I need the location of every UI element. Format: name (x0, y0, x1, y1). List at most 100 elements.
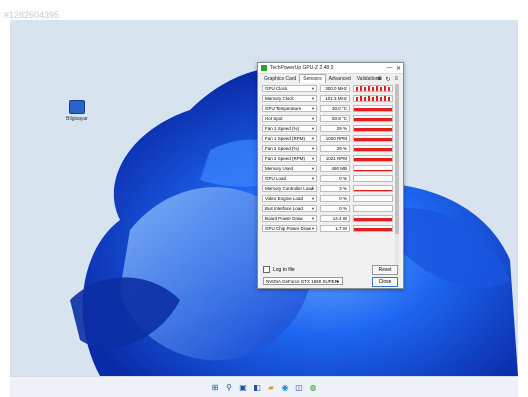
chevron-down-icon: ▼ (311, 195, 315, 201)
sensor-graph (353, 124, 393, 132)
sensor-graph (353, 144, 393, 152)
sensor-row: Fan 1 Speed (%) ▼ 29 % (262, 124, 396, 132)
sensor-name-label: GPU Clock (265, 85, 288, 91)
sensor-name[interactable]: Bus Interface Load ▼ (262, 204, 317, 212)
gpu-select[interactable]: NVIDIA GeForce GTX 1660 SUPER ▼ (263, 277, 343, 285)
scrollbar-thumb[interactable] (395, 84, 399, 234)
sensor-row: Board Power Draw ▼ 14.4 W (262, 214, 396, 222)
sensor-row: Memory Clock ▼ 101.3 MHz (262, 94, 396, 102)
sensor-name[interactable]: Memory Used ▼ (262, 164, 317, 172)
camera-icon[interactable]: ◙ (378, 76, 382, 83)
sensor-name-label: Board Power Draw (265, 215, 303, 221)
edge-icon[interactable]: ◉ (280, 382, 291, 393)
sensor-name-label: Fan 1 Speed (RPM) (265, 135, 306, 141)
chevron-down-icon: ▼ (311, 205, 315, 211)
reset-button[interactable]: Reset (372, 265, 398, 275)
close-button[interactable]: Close (372, 277, 398, 287)
sensor-row: GPU Chip Power Draw ▼ 1.7 W (262, 224, 396, 232)
sensor-row: Fan 2 Speed (RPM) ▼ 1021 RPM (262, 154, 396, 162)
sensor-graph-bar (364, 96, 366, 101)
sensor-graph-bar (354, 157, 392, 161)
store-icon[interactable]: ◫ (294, 382, 305, 393)
sensor-list: GPU Clock ▼ 300.0 MHz Memory Clock ▼ 101.3 MH… (262, 84, 399, 273)
sensor-value: 29 % (320, 124, 350, 132)
sensor-name[interactable]: Fan 1 Speed (%) ▼ (262, 124, 317, 132)
sensor-value: 30.0 °C (320, 104, 350, 112)
sensor-graph (353, 134, 393, 142)
sensor-name[interactable]: Fan 2 Speed (RPM) ▼ (262, 154, 317, 162)
sensor-name[interactable]: Memory Controller Load ▼ (262, 184, 317, 192)
tab-graphics-card[interactable]: Graphics Card (261, 75, 299, 83)
chat-icon[interactable]: ◧ (252, 382, 263, 393)
sensor-name-label: Fan 2 Speed (%) (265, 145, 300, 151)
sensor-graph-bar (372, 86, 374, 91)
sensor-name[interactable]: Memory Clock ▼ (262, 94, 317, 102)
sensor-name-label: GPU Load (265, 175, 287, 181)
tab-sensors[interactable]: Sensors (299, 74, 326, 83)
sensor-graph-bar (354, 137, 392, 141)
sensor-name[interactable]: GPU Temperature ▼ (262, 104, 317, 112)
sensor-name-label: Memory Controller Load (265, 185, 314, 191)
chevron-down-icon: ▼ (311, 175, 315, 181)
tab-tools: ◙ ↻ ≡ (378, 76, 398, 83)
sensor-name[interactable]: GPU Clock ▼ (262, 84, 317, 92)
sensor-row: Fan 2 Speed (%) ▼ 29 % (262, 144, 396, 152)
sensor-name[interactable]: GPU Chip Power Draw ▼ (262, 224, 317, 232)
sensor-graph-bar (368, 95, 370, 101)
sensor-name-label: GPU Temperature (265, 105, 302, 111)
chevron-down-icon: ▼ (311, 85, 315, 91)
task-view-icon[interactable]: ▣ (238, 382, 249, 393)
sensor-name[interactable]: Board Power Draw ▼ (262, 214, 317, 222)
sensor-graph-bar (368, 85, 370, 91)
sensor-graph (353, 94, 393, 102)
sensor-value: 1.7 W (320, 224, 350, 232)
sensor-row: GPU Load ▼ 0 % (262, 174, 396, 182)
desktop-icon-label: Bilgisayar (66, 116, 88, 122)
file-explorer-icon[interactable]: ▰ (266, 382, 277, 393)
sensor-row: Hot Spot ▼ 50.8 °C (262, 114, 396, 122)
sensor-graph-bar (354, 117, 392, 121)
windows-start-icon[interactable]: ⊞ (210, 382, 221, 393)
taskbar: ⊞ ⚲ ▣ ◧ ▰ ◉ ◫ ◍ (10, 376, 518, 397)
log-to-file-checkbox[interactable] (263, 266, 270, 273)
sensor-graph-bar (380, 96, 382, 101)
refresh-icon[interactable]: ↻ (385, 76, 390, 83)
chevron-down-icon: ▼ (311, 215, 315, 221)
sensor-name-label: Fan 1 Speed (%) (265, 125, 300, 131)
sensor-graph-bar (354, 147, 392, 151)
sensor-graph (353, 214, 393, 222)
sensor-name[interactable]: Fan 2 Speed (%) ▼ (262, 144, 317, 152)
sensor-name[interactable]: Hot Spot ▼ (262, 114, 317, 122)
sensor-graph (353, 184, 393, 192)
sensor-value: 450 MB (320, 164, 350, 172)
sensor-name[interactable]: GPU Load ▼ (262, 174, 317, 182)
sensor-graph (353, 204, 393, 212)
sensor-row: Video Engine Load ▼ 0 % (262, 194, 396, 202)
screenshot-frame: #1282604395 Bilgisayar TechPowerUp GPU-Z… (0, 0, 528, 397)
search-icon[interactable]: ⚲ (224, 382, 235, 393)
desktop-icon-computer[interactable]: Bilgisayar (62, 100, 92, 122)
log-to-file-option[interactable]: Log to file (263, 266, 295, 273)
sensor-name-label: GPU Chip Power Draw (265, 225, 312, 231)
sensor-graph-bar (354, 189, 392, 191)
sensor-name[interactable]: Fan 1 Speed (RPM) ▼ (262, 134, 317, 142)
gpu-select-value: NVIDIA GeForce GTX 1660 SUPER (266, 278, 339, 284)
sensor-graph-bar (354, 107, 392, 111)
tab-advanced[interactable]: Advanced (326, 75, 354, 83)
sensor-value: 101.3 MHz (320, 94, 350, 102)
app-icon[interactable]: ◍ (308, 382, 319, 393)
sensor-row: Memory Controller Load ▼ 3 % (262, 184, 396, 192)
menu-icon[interactable]: ≡ (394, 76, 398, 83)
minimize-button[interactable]: — (385, 65, 394, 71)
sensor-name[interactable]: Video Engine Load ▼ (262, 194, 317, 202)
sensor-name-label: Fan 2 Speed (RPM) (265, 155, 306, 161)
sensor-graph (353, 194, 393, 202)
sensor-row: Memory Used ▼ 450 MB (262, 164, 396, 172)
sensor-graph-bar (384, 95, 386, 101)
sensor-scrollbar[interactable] (395, 84, 399, 273)
close-window-button[interactable]: ✕ (394, 65, 403, 72)
sensor-name-label: Bus Interface Load (265, 205, 303, 211)
sensor-graph-bar (356, 96, 358, 101)
sensor-graph-bar (372, 96, 374, 101)
sensor-graph (353, 174, 393, 182)
